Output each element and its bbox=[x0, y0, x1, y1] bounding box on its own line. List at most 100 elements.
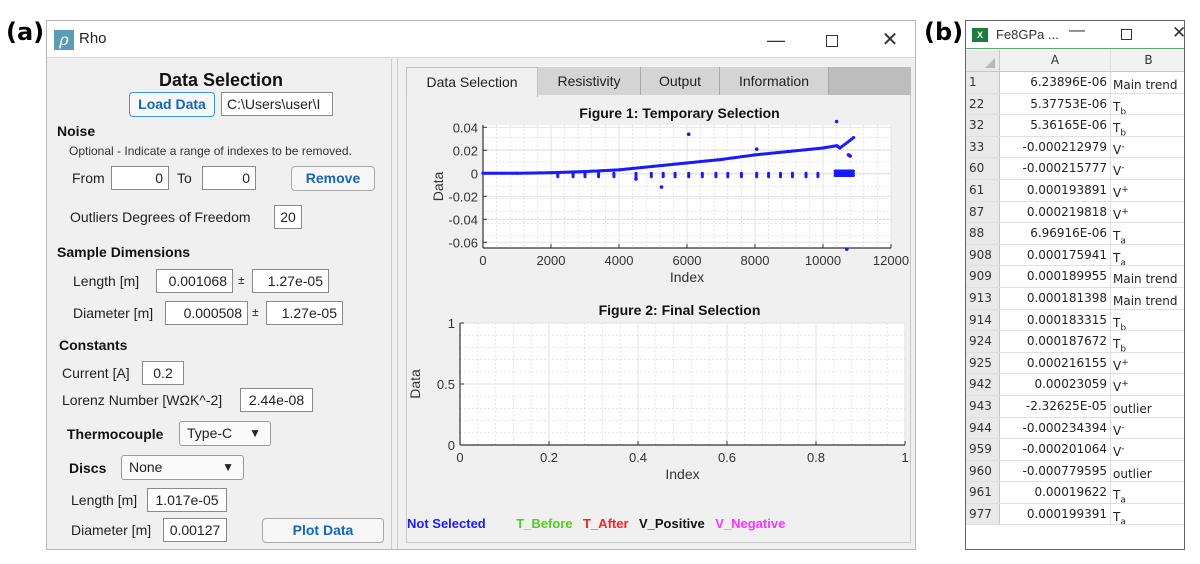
cell-a[interactable]: 0.000199391 bbox=[1000, 503, 1111, 525]
row-number[interactable]: 942 bbox=[966, 374, 1000, 395]
cell-a[interactable]: 6.23896E-06 bbox=[1000, 72, 1111, 93]
cell-b[interactable]: Main trend bbox=[1111, 288, 1184, 309]
table-row: 33 -0.000212979 V- bbox=[966, 136, 1184, 159]
close-button[interactable]: ✕ bbox=[873, 27, 907, 53]
cell-a[interactable]: 5.36165E-06 bbox=[1000, 115, 1111, 136]
select-all-corner[interactable] bbox=[966, 50, 1000, 71]
disc-length-field[interactable]: 1.017e-05 bbox=[147, 488, 227, 512]
row-number[interactable]: 913 bbox=[966, 287, 1000, 309]
file-path-field[interactable]: C:\Users\user\I bbox=[221, 92, 333, 116]
cell-b[interactable]: Ta bbox=[1111, 482, 1184, 503]
cell-a[interactable]: 0.000193891 bbox=[1000, 179, 1111, 201]
current-field[interactable]: 0.2 bbox=[142, 361, 184, 385]
cell-a[interactable]: -2.32625E-05 bbox=[1000, 395, 1111, 417]
tab-information[interactable]: Information bbox=[720, 67, 829, 95]
row-number[interactable]: 959 bbox=[966, 439, 1000, 460]
row-number[interactable]: 925 bbox=[966, 352, 1000, 374]
sample-length-error-field[interactable]: 1.27e-05 bbox=[252, 269, 329, 293]
noise-to-field[interactable]: 0 bbox=[202, 166, 256, 190]
row-number[interactable]: 61 bbox=[966, 179, 1000, 201]
row-number[interactable]: 914 bbox=[966, 309, 1000, 331]
x-tick-label: 4000 bbox=[605, 253, 634, 268]
cell-a[interactable]: 0.000219818 bbox=[1000, 201, 1111, 223]
cell-b[interactable]: V+ bbox=[1111, 374, 1184, 395]
cell-b[interactable]: V+ bbox=[1111, 180, 1184, 201]
cell-b[interactable]: Tb bbox=[1111, 94, 1184, 115]
row-number[interactable]: 32 bbox=[966, 115, 1000, 136]
cell-b-superscript: + bbox=[1121, 206, 1129, 217]
cell-b[interactable]: Main trend bbox=[1111, 72, 1184, 93]
thermocouple-dropdown[interactable]: Type-C ▼ bbox=[179, 421, 271, 446]
sample-diameter-error-field[interactable]: 1.27e-05 bbox=[266, 301, 343, 325]
outlier-point bbox=[634, 177, 638, 181]
maximize-button[interactable] bbox=[815, 27, 849, 53]
load-data-button[interactable]: Load Data bbox=[129, 92, 215, 117]
excel-maximize-button[interactable] bbox=[1121, 29, 1132, 40]
cell-a[interactable]: -0.000215777 bbox=[1000, 158, 1111, 179]
disc-diameter-field[interactable]: 0.00127 bbox=[163, 518, 227, 542]
noise-note: Optional - Indicate a range of indexes t… bbox=[69, 144, 352, 158]
row-number[interactable]: 87 bbox=[966, 201, 1000, 223]
cell-a[interactable]: 5.37753E-06 bbox=[1000, 93, 1111, 115]
row-number[interactable]: 924 bbox=[966, 331, 1000, 352]
cell-b[interactable]: V- bbox=[1111, 137, 1184, 158]
cell-b[interactable]: V+ bbox=[1111, 202, 1184, 223]
cell-b[interactable]: Tb bbox=[1111, 331, 1184, 352]
row-number[interactable]: 977 bbox=[966, 503, 1000, 525]
column-header-a[interactable]: A bbox=[1000, 50, 1111, 71]
cell-a[interactable]: 0.00019622 bbox=[1000, 482, 1111, 503]
discs-dropdown[interactable]: None ▼ bbox=[121, 455, 244, 480]
data-point bbox=[852, 174, 855, 177]
cell-a[interactable]: 0.00023059 bbox=[1000, 374, 1111, 395]
column-header-b[interactable]: B bbox=[1111, 50, 1184, 71]
cell-a[interactable]: 0.000183315 bbox=[1000, 309, 1111, 331]
cell-a[interactable]: -0.000201064 bbox=[1000, 439, 1111, 460]
cell-a[interactable]: 0.000216155 bbox=[1000, 352, 1111, 374]
minimize-button[interactable]: — bbox=[759, 27, 793, 53]
row-number[interactable]: 961 bbox=[966, 482, 1000, 503]
row-number[interactable]: 88 bbox=[966, 223, 1000, 244]
cell-b-text: Main trend bbox=[1113, 293, 1178, 308]
cell-b[interactable]: V- bbox=[1111, 418, 1184, 439]
excel-close-button[interactable]: ✕ bbox=[1172, 23, 1184, 43]
tab-output[interactable]: Output bbox=[641, 67, 720, 95]
cell-b[interactable]: V+ bbox=[1111, 353, 1184, 374]
plot-data-button[interactable]: Plot Data bbox=[262, 518, 384, 543]
noise-from-field[interactable]: 0 bbox=[111, 166, 169, 190]
remove-button[interactable]: Remove bbox=[291, 166, 375, 191]
excel-minimize-button[interactable]: — bbox=[1069, 22, 1085, 40]
row-number[interactable]: 943 bbox=[966, 395, 1000, 417]
row-number[interactable]: 944 bbox=[966, 417, 1000, 439]
tab-data-selection[interactable]: Data Selection bbox=[406, 67, 538, 97]
row-number[interactable]: 22 bbox=[966, 93, 1000, 115]
cell-b[interactable]: V- bbox=[1111, 158, 1184, 179]
row-number[interactable]: 908 bbox=[966, 244, 1000, 266]
row-number[interactable]: 1 bbox=[966, 72, 1000, 93]
tab-resistivity[interactable]: Resistivity bbox=[538, 67, 641, 95]
row-number[interactable]: 909 bbox=[966, 266, 1000, 287]
row-number[interactable]: 33 bbox=[966, 136, 1000, 158]
cell-b[interactable]: Ta bbox=[1111, 245, 1184, 266]
sample-length-field[interactable]: 0.001068 bbox=[156, 269, 233, 293]
cell-a[interactable]: 0.000181398 bbox=[1000, 287, 1111, 309]
row-number[interactable]: 60 bbox=[966, 158, 1000, 179]
cell-b[interactable]: Tb bbox=[1111, 115, 1184, 136]
cell-b[interactable]: V- bbox=[1111, 439, 1184, 460]
row-number[interactable]: 960 bbox=[966, 460, 1000, 482]
cell-a[interactable]: 6.96916E-06 bbox=[1000, 223, 1111, 244]
cell-a[interactable]: -0.000234394 bbox=[1000, 417, 1111, 439]
cell-b[interactable]: Ta bbox=[1111, 223, 1184, 244]
cell-a[interactable]: -0.000779595 bbox=[1000, 460, 1111, 482]
cell-a[interactable]: 0.000187672 bbox=[1000, 331, 1111, 352]
cell-a[interactable]: 0.000189955 bbox=[1000, 266, 1111, 287]
outliers-dof-field[interactable]: 20 bbox=[274, 205, 302, 229]
cell-b[interactable]: Ta bbox=[1111, 504, 1184, 525]
lorenz-number-field[interactable]: 2.44e-08 bbox=[240, 388, 313, 412]
cell-a[interactable]: 0.000175941 bbox=[1000, 244, 1111, 266]
cell-a[interactable]: -0.000212979 bbox=[1000, 136, 1111, 158]
sample-diameter-field[interactable]: 0.000508 bbox=[165, 301, 248, 325]
cell-b[interactable]: Main trend bbox=[1111, 266, 1184, 287]
cell-b[interactable]: Tb bbox=[1111, 310, 1184, 331]
cell-b[interactable]: outlier bbox=[1111, 461, 1184, 482]
cell-b[interactable]: outlier bbox=[1111, 396, 1184, 417]
